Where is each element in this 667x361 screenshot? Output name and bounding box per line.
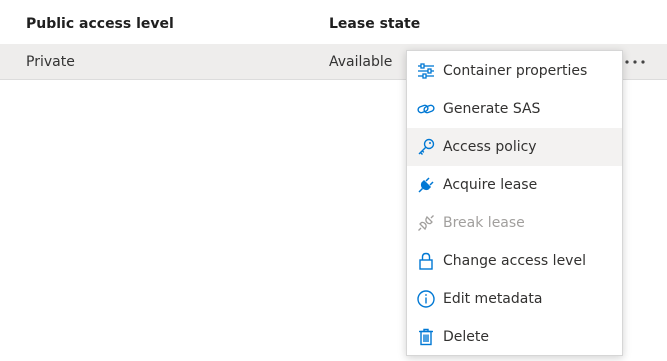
menu-item-delete[interactable]: Delete bbox=[407, 318, 622, 356]
lease-state-cell: Available bbox=[329, 54, 393, 70]
menu-item-label: Break lease bbox=[443, 215, 525, 231]
menu-item-label: Access policy bbox=[443, 139, 537, 155]
menu-item-label: Acquire lease bbox=[443, 177, 538, 193]
column-header-lease-state[interactable]: Lease state bbox=[329, 16, 420, 32]
menu-item-container-properties[interactable]: Container properties bbox=[407, 52, 622, 90]
menu-item-label: Edit metadata bbox=[443, 291, 543, 307]
menu-item-label: Delete bbox=[443, 329, 489, 345]
menu-item-label: Change access level bbox=[443, 253, 586, 269]
trash-icon bbox=[415, 326, 437, 348]
menu-item-acquire-lease[interactable]: Acquire lease bbox=[407, 166, 622, 204]
menu-item-change-access-level[interactable]: Change access level bbox=[407, 242, 622, 280]
storage-container-view: Public access level Lease state Private … bbox=[0, 0, 667, 361]
key-icon bbox=[415, 136, 437, 158]
menu-item-break-lease[interactable]: Break lease bbox=[407, 204, 622, 242]
row-actions-button[interactable] bbox=[622, 52, 648, 72]
menu-item-generate-sas[interactable]: Generate SAS bbox=[407, 90, 622, 128]
link-icon bbox=[415, 98, 437, 120]
plug-icon bbox=[415, 174, 437, 196]
column-header-public-access-level[interactable]: Public access level bbox=[26, 16, 174, 32]
menu-item-access-policy[interactable]: Access policy bbox=[407, 128, 622, 166]
unplug-icon bbox=[415, 212, 437, 234]
properties-sliders-icon bbox=[415, 60, 437, 82]
menu-item-label: Generate SAS bbox=[443, 101, 541, 117]
menu-item-label: Container properties bbox=[443, 63, 588, 79]
menu-item-edit-metadata[interactable]: Edit metadata bbox=[407, 280, 622, 318]
table-header: Public access level Lease state bbox=[0, 0, 667, 44]
public-access-level-cell: Private bbox=[26, 54, 75, 70]
more-horizontal-icon bbox=[625, 60, 645, 64]
context-menu: Container properties Generate SAS Access… bbox=[406, 50, 623, 356]
lock-icon bbox=[415, 250, 437, 272]
info-icon bbox=[415, 288, 437, 310]
